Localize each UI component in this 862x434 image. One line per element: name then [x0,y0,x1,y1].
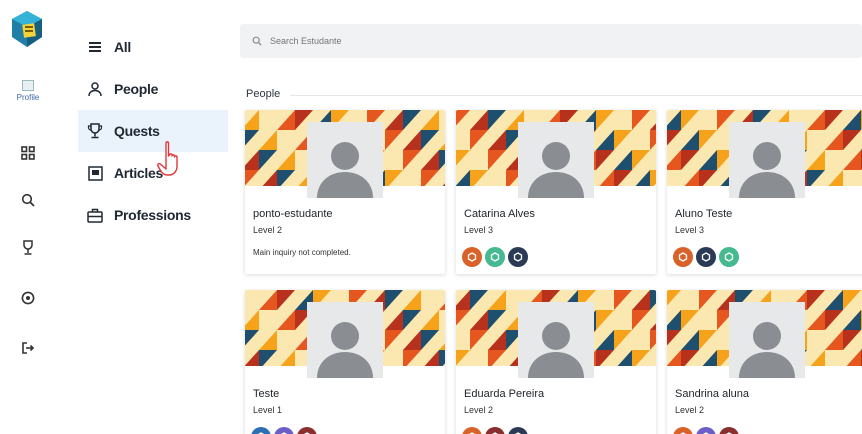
achievement-badge-icon[interactable] [297,427,317,434]
avatar-placeholder-icon [518,122,594,198]
badge-row [673,427,739,434]
search-icon [252,36,262,46]
help-circle-icon[interactable] [18,288,38,308]
person-level: Level 3 [675,225,705,235]
achievement-badge-icon[interactable] [462,427,482,434]
achievement-badge-icon[interactable] [508,247,528,267]
avatar-placeholder-icon [518,302,594,378]
achievement-badge-icon[interactable] [485,247,505,267]
search-icon[interactable] [18,190,38,210]
briefcase-icon [86,206,104,224]
achievement-badge-icon[interactable] [719,247,739,267]
person-name: ponto-estudante [253,208,333,220]
person-card[interactable]: Eduarda Pereira Level 2 [456,290,656,434]
apps-grid-icon[interactable] [18,143,38,163]
person-name: Sandrina aluna [675,388,750,400]
avatar-placeholder-icon [729,122,805,198]
person-level: Level 3 [464,225,494,235]
avatar-placeholder-icon [307,122,383,198]
badge-row [462,427,528,434]
achievement-badge-icon[interactable] [251,427,271,434]
avatar-placeholder-icon [729,302,805,378]
person-card[interactable]: Catarina Alves Level 3 [456,110,656,274]
achievement-badge-icon[interactable] [719,427,739,434]
menu-item-people[interactable]: People [78,68,228,110]
person-level: Level 2 [253,225,283,235]
trophy-icon[interactable] [18,238,38,258]
menu-item-professions[interactable]: Professions [78,194,228,236]
person-card[interactable]: ponto-estudante Level 2 Main inquiry not c… [245,110,445,274]
menu-item-quests[interactable]: Quests [78,110,228,152]
trophy-icon [86,122,104,140]
badge-row [251,427,317,434]
badge-row [462,247,528,267]
banner-tile [650,170,656,186]
app-window: Profile All People Quests Articles Profe… [0,0,862,434]
badge-row [673,247,739,267]
logout-icon[interactable] [18,338,38,358]
list-icon [86,38,104,56]
people-icon [86,80,104,98]
menu-item-label: Quests [114,123,160,139]
section-divider [290,95,862,96]
hand-pointer-cursor-icon [157,141,178,176]
achievement-badge-icon[interactable] [462,247,482,267]
app-logo-icon[interactable] [10,10,44,50]
achievement-badge-icon[interactable] [696,427,716,434]
menu-item-label: People [114,81,159,97]
icon-rail: Profile [0,0,62,434]
person-name: Teste [253,388,280,400]
menu-item-label: All [114,39,131,55]
person-name: Catarina Alves [464,208,535,220]
avatar-placeholder-icon [307,302,383,378]
person-card[interactable]: Sandrina aluna Level 2 [667,290,862,434]
menu-item-articles[interactable]: Articles [78,152,228,194]
banner-tile [439,350,445,366]
profile-label: Profile [16,93,40,102]
menu-item-label: Articles [114,165,163,181]
person-card[interactable]: Teste Level 1 [245,290,445,434]
search-bar[interactable] [240,24,862,58]
article-icon [86,164,104,182]
category-menu: All People Quests Articles Professions [78,26,228,236]
profile-link[interactable]: Profile [8,80,48,102]
person-level: Level 1 [253,405,283,415]
person-name: Aluno Teste [675,208,733,220]
section-title: People [246,88,281,100]
achievement-badge-icon[interactable] [485,427,505,434]
achievement-badge-icon[interactable] [274,427,294,434]
menu-item-label: Professions [114,207,191,223]
achievement-badge-icon[interactable] [673,427,693,434]
achievement-badge-icon[interactable] [508,427,528,434]
achievement-badge-icon[interactable] [696,247,716,267]
profile-image-icon [22,80,34,91]
person-level: Level 2 [675,405,705,415]
menu-item-all[interactable]: All [78,26,228,68]
search-input[interactable] [270,36,570,46]
achievement-badge-icon[interactable] [673,247,693,267]
person-name: Eduarda Pereira [464,388,545,400]
person-card[interactable]: Aluno Teste Level 3 [667,110,862,274]
inquiry-status-note: Main inquiry not completed. [253,248,351,257]
person-level: Level 2 [464,405,494,415]
